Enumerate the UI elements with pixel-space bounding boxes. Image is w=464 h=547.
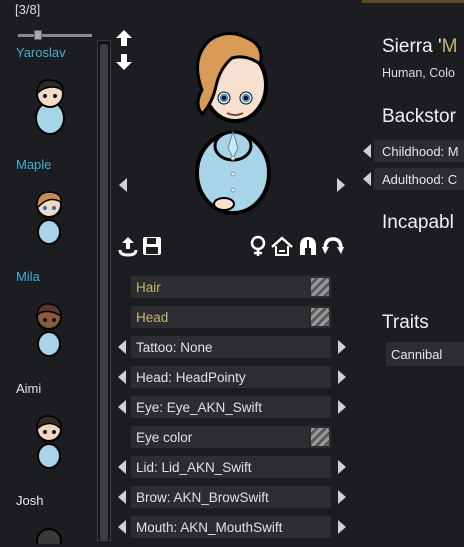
pawn-name-mila[interactable]: Mila: [16, 269, 40, 284]
female-icon[interactable]: [246, 234, 270, 258]
home-icon[interactable]: [270, 234, 294, 258]
move-up-icon[interactable]: [114, 28, 134, 48]
eye-label: Eye: Eye_AKN_Swift: [136, 399, 263, 415]
lid-row: Lid: Lid_AKN_Swift: [131, 456, 331, 478]
move-down-icon[interactable]: [114, 52, 134, 72]
lid-label: Lid: Lid_AKN_Swift: [136, 459, 252, 475]
pawn-name-aimi[interactable]: Aimi: [16, 381, 41, 396]
mouth-next-icon[interactable]: [336, 516, 348, 538]
eye-color-label: Eye color: [136, 429, 193, 445]
incapable-heading: Incapabl: [382, 212, 454, 233]
prev-pose-arrow-icon[interactable]: [118, 178, 128, 192]
head-color-swatch[interactable]: [311, 308, 329, 326]
pawn-counter: [3/8]: [15, 2, 41, 17]
hair-color-row[interactable]: Hair: [131, 276, 331, 298]
pawn-portrait-mila[interactable]: [32, 300, 66, 361]
pawn-name-josh[interactable]: Josh: [16, 493, 43, 508]
pawn-name-yaroslav[interactable]: Yaroslav: [16, 45, 66, 60]
mouth-prev-icon[interactable]: [116, 516, 128, 538]
brow-prev-icon[interactable]: [116, 486, 128, 508]
tattoo-label: Tattoo: None: [136, 339, 213, 355]
backstory-heading: Backstor: [382, 106, 456, 127]
top-accent-bar: [362, 0, 464, 3]
adulthood-row[interactable]: Adulthood: C: [374, 168, 464, 190]
tattoo-row: Tattoo: None: [131, 336, 331, 358]
eye-color-swatch[interactable]: [311, 428, 329, 446]
eye-prev-icon[interactable]: [116, 396, 128, 418]
head-label: Head: [136, 309, 169, 325]
childhood-prev-icon[interactable]: [361, 140, 373, 162]
hair-color-swatch[interactable]: [311, 278, 329, 296]
trait-cannibal[interactable]: Cannibal: [386, 342, 464, 366]
childhood-row[interactable]: Childhood: M: [374, 140, 464, 162]
hair-label: Hair: [136, 279, 161, 295]
eye-row: Eye: Eye_AKN_Swift: [131, 396, 331, 418]
eye-color-row[interactable]: Eye color: [131, 426, 331, 448]
lid-next-icon[interactable]: [336, 456, 348, 478]
head-type-row: Head: HeadPointy: [131, 366, 331, 388]
eye-next-icon[interactable]: [336, 396, 348, 418]
pawn-name-maple[interactable]: Maple: [16, 157, 51, 172]
character-subtitle: Human, Colo: [382, 66, 455, 80]
helmet-icon[interactable]: [296, 234, 320, 258]
rotate-icon[interactable]: [321, 234, 345, 258]
mouth-row: Mouth: AKN_MouthSwift: [131, 516, 331, 538]
tattoo-prev-icon[interactable]: [116, 336, 128, 358]
mouth-label: Mouth: AKN_MouthSwift: [136, 519, 283, 535]
character-nickname: M: [441, 36, 458, 57]
traits-heading: Traits: [382, 312, 429, 333]
pawn-portrait-josh[interactable]: [32, 524, 66, 547]
character-preview: [180, 28, 290, 221]
head-type-prev-icon[interactable]: [116, 366, 128, 388]
pawn-portrait-maple[interactable]: [32, 188, 66, 249]
brow-next-icon[interactable]: [336, 486, 348, 508]
tattoo-next-icon[interactable]: [336, 336, 348, 358]
pawn-portrait-yaroslav[interactable]: [30, 76, 70, 139]
lid-prev-icon[interactable]: [116, 456, 128, 478]
export-icon[interactable]: [116, 234, 140, 258]
save-icon[interactable]: [140, 234, 164, 258]
head-color-row[interactable]: Head: [131, 306, 331, 328]
brow-row: Brow: AKN_BrowSwift: [131, 486, 331, 508]
pawn-portrait-aimi[interactable]: [32, 412, 66, 473]
pawn-list-scroll-thumb[interactable]: [100, 44, 108, 541]
head-type-next-icon[interactable]: [336, 366, 348, 388]
brow-label: Brow: AKN_BrowSwift: [136, 489, 269, 505]
zoom-slider-track[interactable]: [18, 34, 92, 37]
adulthood-prev-icon[interactable]: [361, 168, 373, 190]
head-type-label: Head: HeadPointy: [136, 369, 246, 385]
character-name: Sierra 'M: [382, 36, 457, 58]
zoom-slider-thumb[interactable]: [34, 30, 42, 40]
next-pose-arrow-icon[interactable]: [336, 178, 346, 192]
character-first-name: Sierra ': [382, 36, 442, 57]
